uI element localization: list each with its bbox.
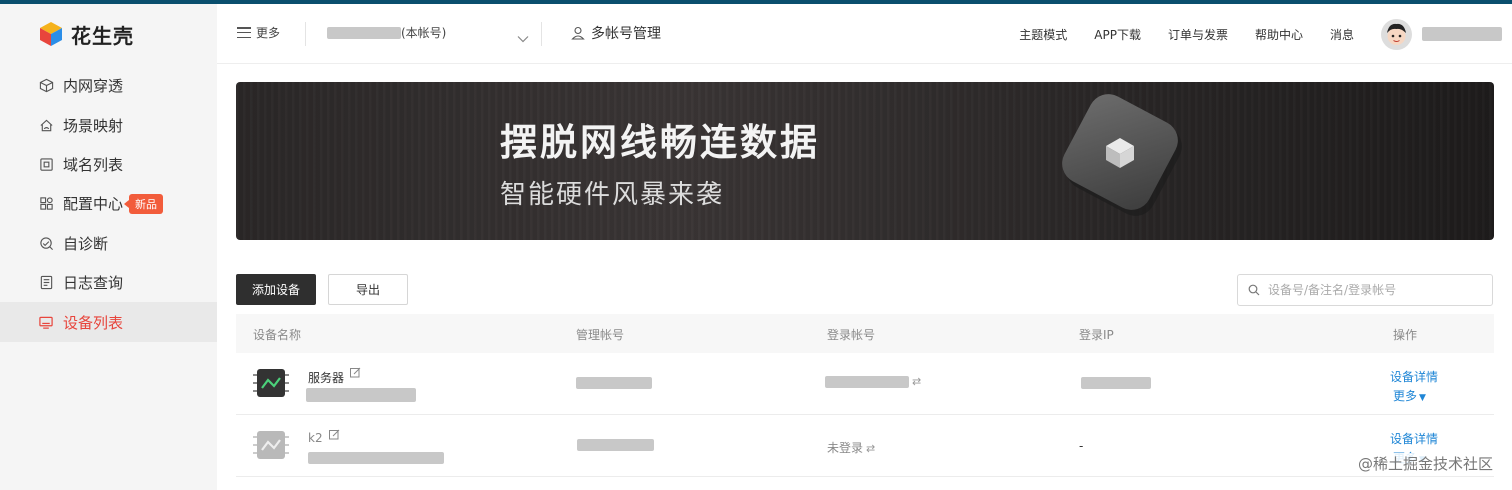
- orders-invoices-link[interactable]: 订单与发票: [1168, 26, 1228, 43]
- app-download-link[interactable]: APP下载: [1094, 26, 1141, 43]
- device-offline-icon: [253, 431, 289, 459]
- device-online-icon: [253, 369, 289, 397]
- login-account-redacted: [825, 375, 909, 388]
- edit-icon[interactable]: [329, 429, 340, 443]
- domain-icon: [38, 156, 54, 172]
- sidebar-item-label: 设备列表: [63, 313, 124, 332]
- col-actions: 操作: [1393, 328, 1418, 342]
- account-selector[interactable]: (本帐号): [327, 24, 446, 41]
- col-login-ip: 登录IP: [1079, 328, 1114, 342]
- col-manage-account: 管理帐号: [576, 328, 625, 342]
- sidebar-item-devices[interactable]: 设备列表: [0, 302, 217, 342]
- divider: [305, 22, 306, 46]
- multi-account-label: 多帐号管理: [591, 26, 661, 42]
- more-label: 更多: [256, 26, 281, 40]
- sidebar-item-label: 场景映射: [63, 116, 124, 135]
- login-ip: -: [1079, 439, 1084, 453]
- device-id-redacted: [308, 452, 444, 464]
- sidebar-item-label: 域名列表: [63, 155, 124, 174]
- login-account: ⇄: [825, 375, 921, 388]
- search-input[interactable]: [1268, 283, 1488, 297]
- col-login-account: 登录帐号: [827, 328, 876, 342]
- more-actions-link[interactable]: 更多▼: [1393, 387, 1426, 404]
- device-id-redacted: [306, 388, 416, 402]
- monitor-icon: [38, 314, 54, 330]
- switch-icon[interactable]: ⇄: [866, 442, 875, 455]
- new-badge: 新品: [124, 193, 164, 214]
- log-icon: [38, 275, 54, 291]
- table-row: 服务器 ⇄ 设备详情 更多 ▼: [236, 353, 1494, 415]
- device-name: 服务器: [308, 371, 345, 385]
- export-button[interactable]: 导出: [328, 274, 408, 305]
- chevron-down-icon[interactable]: [517, 28, 529, 47]
- search-icon: [1248, 284, 1260, 296]
- router-device-image: [1062, 94, 1182, 216]
- sidebar-item-label: 内网穿透: [63, 77, 124, 96]
- logo-cube-icon: [40, 22, 62, 46]
- theme-mode-link[interactable]: 主题模式: [1019, 26, 1067, 43]
- login-ip-redacted: [1081, 377, 1151, 389]
- app-logo[interactable]: 花生壳: [38, 20, 134, 48]
- sidebar-item-label: 日志查询: [63, 274, 124, 293]
- logo-text: 花生壳: [71, 23, 134, 48]
- caret-down-icon: ▼: [1419, 393, 1426, 403]
- sidebar-item-scene[interactable]: 场景映射: [0, 105, 217, 144]
- top-header: 更多 (本帐号) 多帐号管理 主题模式 APP下载 订单与发票 帮助中心 消息: [217, 4, 1512, 64]
- username-redacted[interactable]: [1422, 27, 1502, 41]
- help-center-link[interactable]: 帮助中心: [1255, 26, 1303, 43]
- login-status: 未登录: [827, 441, 864, 455]
- manage-account-redacted: [577, 439, 654, 451]
- promo-banner[interactable]: 摆脱网线畅连数据 智能硬件风暴来袭: [236, 82, 1494, 240]
- more-actions-label: 更多: [1393, 389, 1418, 403]
- sidebar: 花生壳 内网穿透 场景映射 域名列表 配置中心 新品 自诊断 日志查询 设备列表: [0, 4, 217, 490]
- device-search[interactable]: [1237, 274, 1493, 306]
- messages-link[interactable]: 消息: [1330, 26, 1354, 43]
- sidebar-item-domains[interactable]: 域名列表: [0, 145, 217, 184]
- sidebar-item-label: 自诊断: [63, 234, 109, 253]
- divider: [541, 22, 542, 46]
- device-detail-link[interactable]: 设备详情: [1390, 368, 1438, 385]
- table-header: 设备名称 管理帐号 登录帐号 登录IP 操作: [236, 314, 1494, 353]
- cube-icon: [38, 78, 54, 94]
- avatar[interactable]: [1381, 18, 1412, 50]
- sidebar-item-intranet[interactable]: 内网穿透: [0, 66, 217, 105]
- sidebar-item-logs[interactable]: 日志查询: [0, 263, 217, 302]
- account-suffix: (本帐号): [401, 26, 447, 40]
- manage-account-redacted: [576, 377, 652, 389]
- user-icon: [571, 26, 585, 40]
- sidebar-item-config[interactable]: 配置中心 新品: [0, 184, 217, 223]
- menu-icon: [237, 27, 251, 38]
- switch-icon[interactable]: ⇄: [912, 375, 921, 388]
- sidebar-item-label: 配置中心: [63, 195, 124, 214]
- account-name-redacted: [327, 26, 401, 39]
- header-links: 主题模式 APP下载 订单与发票 帮助中心 消息: [1019, 4, 1512, 64]
- diagnose-icon: [38, 235, 54, 251]
- login-account: 未登录 ⇄: [827, 439, 875, 456]
- more-menu-button[interactable]: 更多: [237, 24, 280, 41]
- col-device-name: 设备名称: [253, 328, 302, 342]
- add-device-button[interactable]: 添加设备: [236, 274, 316, 305]
- table-row: k2 未登录⇄ - 设备详情 更多▼: [236, 415, 1494, 477]
- sidebar-item-diagnose[interactable]: 自诊断: [0, 224, 217, 263]
- device-detail-link[interactable]: 设备详情: [1390, 430, 1438, 447]
- edit-icon[interactable]: [350, 367, 361, 381]
- grid-icon: [38, 196, 54, 212]
- banner-subtitle: 智能硬件风暴来袭: [500, 180, 725, 210]
- sidebar-nav: 内网穿透 场景映射 域名列表 配置中心 新品 自诊断 日志查询 设备列表: [0, 66, 217, 342]
- watermark: @稀土掘金技术社区: [1354, 453, 1496, 474]
- banner-title: 摆脱网线畅连数据: [500, 121, 820, 164]
- device-name: k2: [308, 431, 323, 445]
- home-cloud-icon: [38, 117, 54, 133]
- multi-account-button[interactable]: 多帐号管理: [571, 23, 661, 43]
